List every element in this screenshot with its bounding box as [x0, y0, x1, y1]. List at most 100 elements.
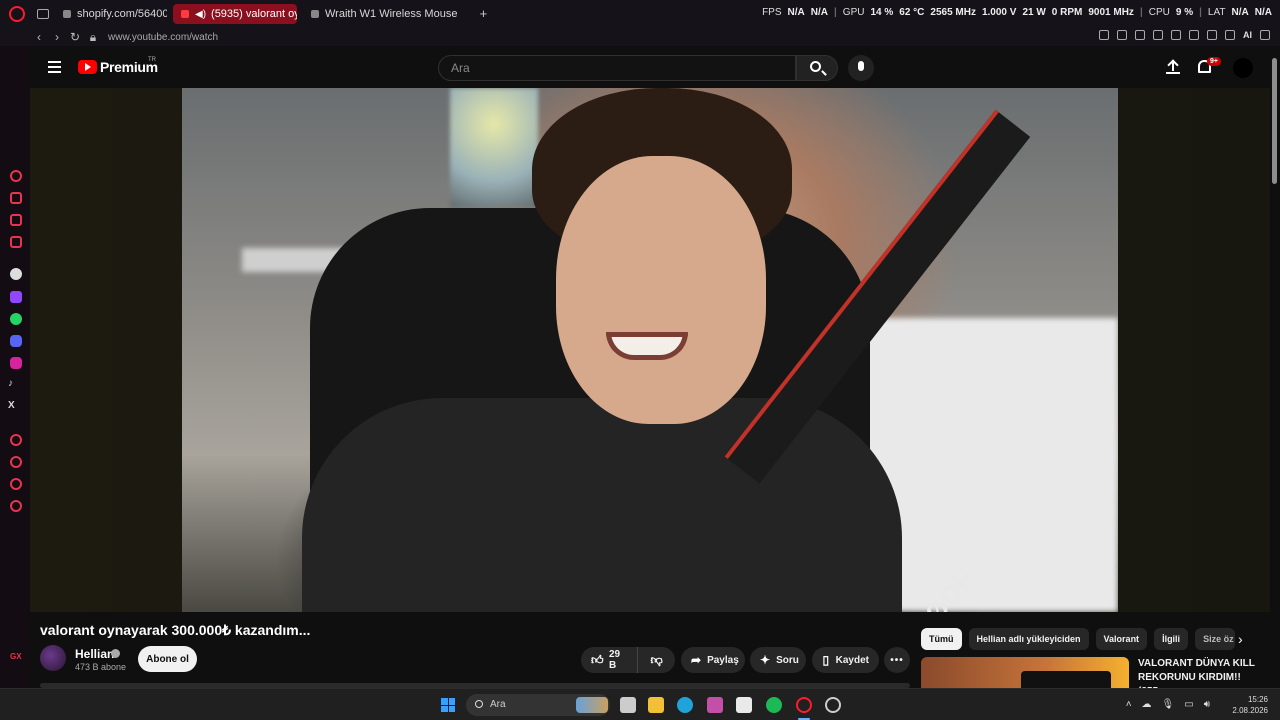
menu-icon[interactable]	[48, 61, 61, 73]
ask-button[interactable]: ✦ Soru	[750, 647, 806, 673]
opera-gx-taskbar-icon[interactable]	[796, 697, 812, 713]
spotify-icon[interactable]	[766, 697, 782, 713]
gpu-power: 21 W	[1022, 7, 1046, 18]
extensions-icon[interactable]	[1189, 30, 1199, 40]
chip-for-you[interactable]: Size öz	[1195, 628, 1236, 650]
recommendation-title[interactable]: VALORANT DÜNYA KILL REKORUNU KIRDIM!! (2…	[1138, 657, 1263, 688]
lat-value-2: N/A	[1254, 7, 1272, 18]
player-sidebar-icon[interactable]	[10, 434, 22, 446]
fps-label: FPS	[762, 7, 782, 18]
snapshot-icon[interactable]	[1117, 30, 1127, 40]
video-frame[interactable]: ØDE	[182, 88, 1118, 612]
history-icon[interactable]	[10, 456, 22, 468]
video-player[interactable]: ØDE	[30, 88, 1270, 612]
gx-control-icon[interactable]	[10, 170, 22, 182]
channel-name[interactable]: Hellian	[75, 647, 114, 661]
browser-sidebar: ♪ X GX	[0, 46, 30, 688]
sparkle-icon: ✦	[760, 653, 771, 667]
windows-icon[interactable]	[441, 698, 455, 712]
like-button[interactable]: 👍︎ 29 B	[581, 647, 639, 673]
voice-search-button[interactable]	[848, 55, 874, 81]
chip-all[interactable]: Tümü	[921, 628, 962, 650]
dislike-button[interactable]: 👎︎	[638, 654, 675, 666]
wallet-icon[interactable]	[1207, 30, 1217, 40]
browser-tab-3[interactable]: Wraith W1 Wireless Mouse	[303, 4, 465, 24]
reload-icon[interactable]: ↻	[66, 30, 84, 44]
browser-tab-1[interactable]: shopify.com/5640096992	[55, 4, 167, 24]
twitch-icon[interactable]	[10, 291, 22, 303]
extensions-sidebar-icon[interactable]	[10, 478, 22, 490]
opera-icon[interactable]	[9, 6, 25, 22]
settings-icon[interactable]	[10, 500, 22, 512]
edge-icon[interactable]	[677, 697, 693, 713]
file-explorer-icon[interactable]	[648, 697, 664, 713]
windows-taskbar: Ara ˄ ☁ 🎙︎ ▭ 🔊︎ 15:26 2.08.2026	[0, 688, 1280, 720]
cloud-icon[interactable]: ☁	[1142, 699, 1152, 710]
fps-value-2: N/A	[810, 7, 828, 18]
lat-label: LAT	[1207, 7, 1226, 18]
share-button[interactable]: ➦ Paylaş	[681, 647, 745, 673]
youtube-logo[interactable]: Premium	[78, 59, 158, 75]
search-button[interactable]	[796, 55, 838, 81]
gx-music-icon[interactable]	[10, 236, 22, 248]
gx-cleaner-icon[interactable]	[10, 214, 22, 226]
x-icon[interactable]: X	[8, 400, 15, 411]
store-icon[interactable]	[736, 697, 752, 713]
fps-value: N/A	[787, 7, 805, 18]
back-icon[interactable]: ‹	[30, 30, 48, 44]
share-icon: ➦	[691, 653, 702, 667]
country-code: TR	[148, 57, 156, 63]
adblock-icon[interactable]	[1135, 30, 1145, 40]
chevron-up-icon[interactable]: ˄	[1126, 699, 1132, 710]
chatgpt-icon[interactable]	[10, 268, 22, 280]
heart-icon[interactable]	[1171, 30, 1181, 40]
chevron-right-icon[interactable]: ›	[1238, 631, 1243, 647]
gpu-load: 14 %	[870, 7, 894, 18]
volume-icon[interactable]: 🔊︎	[1204, 699, 1210, 710]
search-input[interactable]: Ara	[438, 55, 796, 81]
forward-icon[interactable]: ›	[48, 30, 66, 44]
more-icon: •••	[890, 654, 904, 666]
mic-tray-icon[interactable]: 🎙︎	[1162, 699, 1175, 710]
taskbar-clock[interactable]: 15:26 2.08.2026	[1232, 694, 1268, 716]
person-face	[556, 156, 766, 424]
save-button[interactable]: ▯ Kaydet	[812, 647, 879, 673]
tab-manager-icon[interactable]	[37, 9, 49, 19]
tab-label: (5935) valorant oynaya	[211, 8, 297, 20]
pin-icon[interactable]	[1099, 30, 1109, 40]
search-icon	[810, 61, 821, 72]
account-avatar[interactable]	[1233, 58, 1253, 78]
download-icon[interactable]	[1225, 30, 1235, 40]
easy-setup-icon[interactable]	[1260, 30, 1270, 40]
recommendation-thumbnail[interactable]	[921, 657, 1129, 688]
chip-from-uploader[interactable]: Hellian adlı yükleyiciden	[968, 628, 1089, 650]
whatsapp-icon[interactable]	[10, 313, 22, 325]
gpu-volt: 1.000 V	[981, 7, 1017, 18]
chip-valorant[interactable]: Valorant	[1095, 628, 1148, 650]
chatgpt-taskbar-icon[interactable]	[825, 697, 841, 713]
discord-icon[interactable]	[10, 335, 22, 347]
share-label: Paylaş	[707, 654, 739, 666]
aria-ai-button[interactable]: AI	[1243, 30, 1252, 40]
player-icon[interactable]	[1153, 30, 1163, 40]
gpu-clock: 2565 MHz	[930, 7, 976, 18]
display-icon[interactable]: ▭	[1184, 699, 1193, 710]
chip-related[interactable]: İlgili	[1154, 628, 1189, 650]
new-tab-icon[interactable]: +	[475, 6, 491, 22]
lock-icon: 🔒︎	[89, 29, 97, 44]
scrollbar-thumb[interactable]	[1272, 58, 1277, 184]
task-view-icon[interactable]	[620, 697, 636, 713]
instagram-icon[interactable]	[10, 357, 22, 369]
youtube-favicon-icon	[181, 10, 189, 18]
more-actions-button[interactable]: •••	[884, 647, 910, 673]
office-icon[interactable]	[707, 697, 723, 713]
performance-overlay: FPS N/A N/A | GPU 14 % 62 °C 2565 MHz 1.…	[762, 7, 1272, 18]
channel-avatar[interactable]	[40, 645, 66, 671]
speaker-icon[interactable]: ◀)	[195, 9, 206, 20]
tiktok-icon[interactable]: ♪	[8, 378, 13, 389]
browser-tab-2[interactable]: ◀) (5935) valorant oynaya	[173, 4, 297, 24]
upload-icon[interactable]	[1166, 60, 1180, 74]
subscribe-button[interactable]: Abone ol	[138, 646, 197, 672]
url-field[interactable]: www.youtube.com/watch	[108, 32, 218, 43]
gx-corner-icon[interactable]	[10, 192, 22, 204]
